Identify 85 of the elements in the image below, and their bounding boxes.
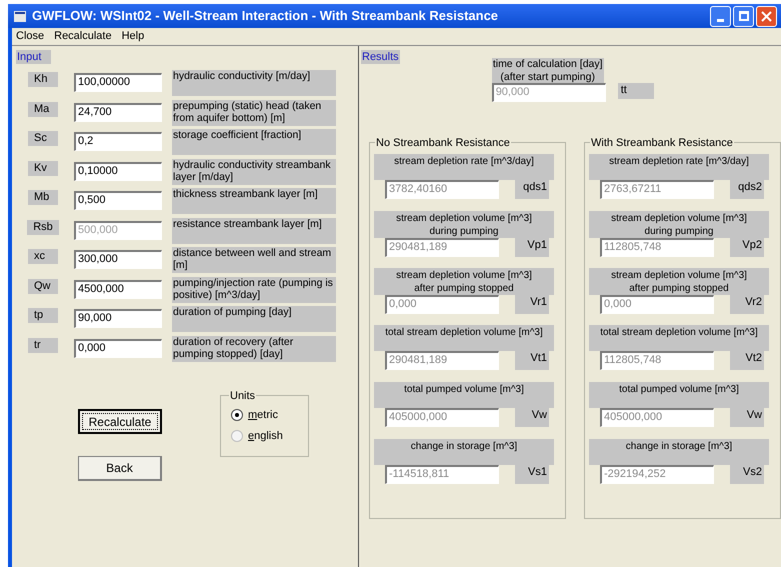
parameter-field[interactable]: 4500,000 xyxy=(74,280,162,298)
result-symbol: Vs2 xyxy=(730,465,764,484)
result-field: 3782,40160 xyxy=(385,180,499,199)
result-field: 405000,000 xyxy=(385,408,499,427)
app-icon xyxy=(14,10,26,22)
result-symbol: Vs1 xyxy=(515,465,549,484)
parameter-symbol: Rsb xyxy=(27,220,59,234)
result-field: 2763,67211 xyxy=(600,180,714,199)
minimize-button[interactable] xyxy=(710,6,731,26)
result-field: 0,000 xyxy=(385,295,499,314)
parameter-description: storage coefficient [fraction] xyxy=(172,129,336,155)
parameter-field[interactable]: 24,700 xyxy=(74,102,162,122)
parameter-symbol: Qw xyxy=(28,278,58,294)
action-button[interactable]: Back xyxy=(78,456,162,481)
result-label: stream depletion rate [m^3/day] xyxy=(374,154,554,180)
result-symbol: Vp1 xyxy=(515,238,549,257)
maximize-icon xyxy=(738,11,748,21)
result-label: change in storage [m^3] xyxy=(374,439,554,465)
menu-item[interactable]: Recalculate xyxy=(54,28,112,45)
close-icon xyxy=(761,10,772,22)
parameter-description: distance between well and stream [m] xyxy=(172,247,336,273)
window-title: GWFLOW: WSInt02 - Well-Stream Interaction - With Streambank Resistance xyxy=(32,7,498,26)
result-symbol: Vt2 xyxy=(730,351,764,370)
result-field: 112805,748 xyxy=(600,351,714,370)
maximize-button[interactable] xyxy=(733,6,754,26)
parameter-description: resistance streambank layer [m] xyxy=(172,218,336,244)
parameter-field[interactable]: 0,000 xyxy=(74,338,162,358)
minimize-icon xyxy=(717,18,724,22)
results-heading: Results xyxy=(361,50,400,64)
parameter-symbol: Mb xyxy=(28,190,58,205)
parameter-description: hydraulic conductivity [m/day] xyxy=(172,70,336,96)
parameter-field[interactable]: 90,000 xyxy=(74,309,162,328)
parameter-description: duration of pumping [day] xyxy=(172,306,336,332)
result-field: 405000,000 xyxy=(600,408,714,427)
parameter-field[interactable]: 300,000 xyxy=(74,250,162,269)
result-label: stream depletion volume [m^3] during pumping xyxy=(589,211,769,238)
result-label: total pumped volume [m^3] xyxy=(374,382,554,408)
action-button[interactable]: Recalculate xyxy=(78,409,162,434)
result-label: total stream depletion volume [m^3] xyxy=(589,325,769,351)
close-button[interactable] xyxy=(756,6,777,26)
parameter-symbol: tp xyxy=(28,308,58,323)
parameter-description: pumping/injection rate (pumping is positive) [m^3/day] xyxy=(172,276,336,302)
parameter-description: thickness streambank layer [m] xyxy=(172,188,336,214)
result-symbol: Vt1 xyxy=(515,351,549,370)
parameter-symbol: Sc xyxy=(28,131,58,146)
time-field: 90,000 xyxy=(492,83,606,102)
time-symbol: tt xyxy=(618,83,654,99)
parameter-description: prepumping (static) head (taken from aquifer bottom) [m] xyxy=(172,100,336,126)
result-label: stream depletion rate [m^3/day] xyxy=(589,154,769,180)
result-label: change in storage [m^3] xyxy=(589,439,769,465)
input-heading: Input xyxy=(16,50,52,64)
time-label: time of calculation [day] (after start pumping) xyxy=(492,58,604,83)
result-label: total pumped volume [m^3] xyxy=(589,382,769,408)
unit-radio[interactable]: english xyxy=(231,425,308,446)
parameter-symbol: tr xyxy=(28,338,58,352)
result-symbol: qds2 xyxy=(730,180,764,199)
parameter-symbol: Kv xyxy=(28,160,58,176)
result-label: stream depletion volume [m^3] after pumping stopped xyxy=(374,268,554,295)
result-label: stream depletion volume [m^3] during pumping xyxy=(374,211,554,238)
result-label: stream depletion volume [m^3] after pumping stopped xyxy=(589,268,769,295)
result-symbol: Vr1 xyxy=(515,295,549,314)
result-symbol: Vp2 xyxy=(730,238,764,257)
menu-item[interactable]: Help xyxy=(122,28,144,45)
result-field: 290481,189 xyxy=(385,238,499,257)
result-symbol: Vr2 xyxy=(730,295,764,314)
parameter-field[interactable]: 0,10000 xyxy=(74,162,162,180)
parameter-symbol: xc xyxy=(28,249,58,264)
result-field: -292194,252 xyxy=(600,465,714,484)
menu-item[interactable]: Close xyxy=(16,28,44,45)
parameter-field[interactable]: 100,00000 xyxy=(74,73,162,92)
parameter-field[interactable]: 0,2 xyxy=(74,132,162,151)
result-field: 290481,189 xyxy=(385,351,499,370)
parameter-symbol: Ma xyxy=(28,102,58,116)
parameter-description: hydraulic conductivity streambank layer [m/day] xyxy=(172,158,336,184)
unit-radio[interactable]: metric xyxy=(231,404,308,425)
result-field: -114518,811 xyxy=(385,465,499,484)
result-label: total stream depletion volume [m^3] xyxy=(374,325,554,351)
parameter-symbol: Kh xyxy=(28,72,58,87)
result-symbol: Vw xyxy=(515,408,549,427)
result-field: 0,000 xyxy=(600,295,714,314)
result-field: 112805,748 xyxy=(600,238,714,257)
parameter-description: duration of recovery (after pumping stopped) [day] xyxy=(172,336,336,362)
parameter-field[interactable]: 0,500 xyxy=(74,191,162,210)
result-symbol: qds1 xyxy=(515,180,549,199)
result-symbol: Vw xyxy=(730,408,764,427)
